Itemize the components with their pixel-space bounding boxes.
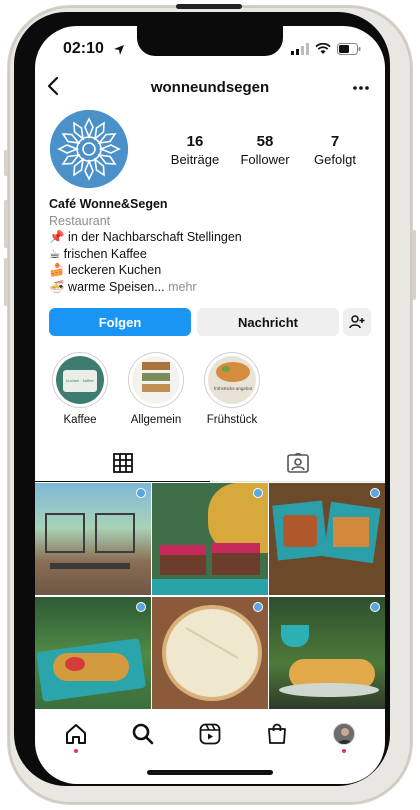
highlight-label: Kaffee (63, 414, 97, 426)
profile-username: wonneundsegen (150, 79, 270, 96)
mandala-logo-icon (50, 110, 128, 188)
highlight-label: Frühstück (206, 414, 258, 426)
phone-side-button (4, 200, 8, 248)
highlight-cover-text: kuchen · kaffee (66, 378, 94, 383)
stat-value: 58 (256, 133, 274, 150)
phone-side-button (4, 150, 8, 176)
post-thumbnail[interactable] (35, 597, 151, 709)
multi-post-icon (253, 488, 263, 498)
story-highlights: kuchen · kaffee Kaffee Allgemein frühstü… (45, 352, 375, 432)
grid-icon (112, 452, 133, 473)
bio-line: 🍜 warme Speisen... (49, 279, 165, 294)
notification-dot (341, 749, 346, 753)
multi-post-icon (253, 602, 263, 612)
suggested-users-button[interactable] (343, 308, 371, 336)
phone-side-button (4, 258, 8, 306)
profile-name: Café Wonne&Segen (49, 197, 168, 211)
post-thumbnail[interactable] (152, 597, 268, 709)
search-icon (132, 723, 154, 745)
shop-icon (267, 723, 286, 744)
tab-tagged[interactable] (210, 444, 385, 482)
phone-speaker (176, 4, 242, 9)
highlight-cover (132, 356, 180, 404)
stat-label: Follower (240, 152, 290, 167)
signal-icon (291, 43, 309, 55)
add-person-icon (349, 315, 365, 329)
highlight-label: Allgemein (130, 414, 182, 426)
bio-more-link[interactable]: mehr (168, 280, 196, 294)
nav-home[interactable] (56, 714, 96, 754)
status-time: 02:10 (63, 40, 104, 57)
follow-button[interactable]: Folgen (49, 308, 191, 336)
bottom-navigation (35, 712, 385, 756)
profile-stats: 16 Beiträge 58 Follower 7 Gefolgt (160, 133, 370, 167)
profile-bio: Café Wonne&Segen Restaurant 📌 in der Nac… (49, 196, 369, 295)
home-indicator (147, 770, 273, 775)
highlight-cover: kuchen · kaffee (56, 356, 104, 404)
tab-posts-grid[interactable] (35, 444, 210, 482)
status-icons (291, 43, 361, 55)
highlight-ring: frühstücks-angebot (204, 352, 260, 408)
stat-value: 16 (186, 133, 204, 150)
nav-reels[interactable] (190, 714, 230, 754)
profile-actions: Folgen Nachricht (49, 308, 371, 336)
highlight-allgemein[interactable]: Allgemein (121, 352, 191, 426)
highlight-fruehstueck[interactable]: frühstücks-angebot Frühstück (197, 352, 267, 426)
posts-grid (35, 483, 385, 711)
multi-post-icon (370, 488, 380, 498)
profile-category: Restaurant (49, 213, 111, 228)
phone-screen: 02:10 wonneundsegen 16 Beiträge 58 Follo… (35, 26, 385, 784)
home-icon (66, 724, 87, 744)
post-thumbnail[interactable] (35, 483, 151, 595)
highlight-kaffee[interactable]: kuchen · kaffee Kaffee (45, 352, 115, 426)
more-options-icon[interactable] (353, 86, 369, 90)
stat-posts[interactable]: 16 Beiträge (160, 133, 230, 167)
profile-tabs (35, 444, 385, 482)
post-thumbnail[interactable] (152, 483, 268, 595)
profile-avatar-small (332, 723, 355, 745)
bio-line: 📌 in der Nachbarschaft Stellingen (49, 230, 242, 244)
location-arrow-icon (114, 45, 124, 55)
post-thumbnail[interactable] (269, 483, 385, 595)
highlight-ring: kuchen · kaffee (52, 352, 108, 408)
bio-last-line: 🍜 warme Speisen... mehr (49, 279, 369, 296)
multi-post-icon (136, 488, 146, 498)
battery-icon (337, 43, 361, 55)
nav-search[interactable] (123, 714, 163, 754)
wifi-icon (315, 43, 331, 54)
notification-dot (74, 749, 79, 753)
nav-shop[interactable] (257, 714, 297, 754)
post-thumbnail[interactable] (269, 597, 385, 709)
highlight-cover-text: frühstücks-angebot (213, 386, 253, 391)
highlight-ring (128, 352, 184, 408)
message-button[interactable]: Nachricht (197, 308, 339, 336)
reels-icon (199, 723, 221, 745)
stat-followers[interactable]: 58 Follower (230, 133, 300, 167)
phone-side-button (412, 230, 416, 300)
stat-value: 7 (330, 133, 340, 150)
user-photo-icon (333, 724, 354, 744)
tagged-person-icon (286, 453, 309, 473)
highlight-cover: frühstücks-angebot (208, 356, 256, 404)
bio-line: ☕ frischen Kaffee (49, 246, 147, 261)
stat-label: Beiträge (170, 152, 220, 167)
multi-post-icon (136, 602, 146, 612)
stat-following[interactable]: 7 Gefolgt (300, 133, 370, 167)
profile-avatar[interactable] (50, 110, 128, 188)
bio-line: 🍰 leckeren Kuchen (49, 263, 162, 277)
nav-profile[interactable] (324, 714, 364, 754)
stat-label: Gefolgt (314, 152, 356, 167)
profile-header: wonneundsegen (35, 76, 385, 100)
multi-post-icon (370, 602, 380, 612)
status-bar: 02:10 (35, 40, 385, 60)
